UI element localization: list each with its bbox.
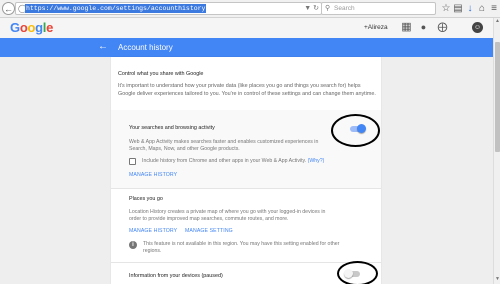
logo-letter: o: [27, 20, 36, 35]
scroll-thumb[interactable]: [495, 42, 500, 152]
google-logo[interactable]: Google: [10, 20, 53, 36]
places-manage-setting-link[interactable]: MANAGE SETTING: [185, 228, 233, 235]
logo-letter: g: [35, 20, 43, 35]
manage-history-link[interactable]: MANAGE HISTORY: [129, 172, 177, 179]
address-bar[interactable]: ◯ https://www.google.com/settings/accoun…: [15, 2, 322, 15]
chrome-history-checkbox[interactable]: [129, 158, 136, 165]
share-icon[interactable]: ⨁: [437, 22, 448, 33]
browser-search-box[interactable]: ⚲ Search: [321, 2, 436, 15]
info-text: This feature is not available in this re…: [143, 241, 340, 255]
web-activity-title: Your searches and browsing activity: [129, 125, 215, 131]
browser-toolbar: ← ◯ https://www.google.com/settings/acco…: [0, 0, 500, 18]
reload-icon[interactable]: ▼ ↻: [304, 3, 319, 14]
menu-icon[interactable]: ≡: [488, 2, 500, 15]
notifications-icon[interactable]: ●: [418, 22, 429, 33]
avatar[interactable]: ☺: [472, 22, 483, 33]
page-title: Account history: [118, 43, 173, 52]
divider: [111, 188, 381, 189]
star-icon[interactable]: ☆: [440, 2, 452, 15]
section-heading: Control what you share with Google: [118, 71, 204, 77]
back-arrow-icon[interactable]: ←: [98, 40, 108, 54]
browser-back-icon[interactable]: ←: [2, 2, 15, 15]
why-link[interactable]: (Why?): [308, 158, 325, 164]
places-manage-history-link[interactable]: MANAGE HISTORY: [129, 228, 177, 235]
user-name-link[interactable]: +Alireza: [364, 23, 388, 32]
places-description: Location History creates a private map o…: [129, 209, 326, 223]
home-icon[interactable]: ⌂: [476, 2, 488, 15]
divider: [111, 262, 381, 263]
logo-letter: e: [46, 20, 54, 35]
bookmarks-icon[interactable]: ▤: [452, 2, 464, 15]
title-bar: ← Account history: [0, 38, 493, 57]
url-text[interactable]: https://www.google.com/settings/accounth…: [25, 4, 207, 13]
info-icon: i: [129, 241, 137, 249]
logo-letter: G: [10, 20, 20, 35]
highlight-circle: [331, 114, 380, 147]
download-icon[interactable]: ↓: [464, 2, 476, 15]
scroll-down-icon[interactable]: ▼: [494, 276, 500, 283]
page-scrollbar[interactable]: ▲ ▼: [493, 18, 500, 284]
devices-title: Information from your devices (paused): [129, 273, 223, 279]
chrome-history-label: Include history from Chrome and other ap…: [142, 158, 307, 164]
highlight-circle: [337, 261, 378, 284]
search-icon: ⚲: [325, 5, 331, 12]
logo-letter: o: [19, 20, 28, 35]
scroll-up-icon[interactable]: ▲: [494, 18, 500, 25]
apps-grid-icon[interactable]: ▦: [401, 22, 412, 33]
intro-paragraph: It's important to understand how your pr…: [118, 83, 376, 97]
web-activity-description: Web & App Activity makes searches faster…: [129, 139, 319, 153]
chrome-history-label-wrap: Include history from Chrome and other ap…: [142, 158, 324, 165]
places-title: Places you go: [129, 196, 163, 202]
google-header: Google +Alireza ▦ ● ⨁ ☺: [0, 18, 493, 38]
search-placeholder: Search: [334, 5, 355, 12]
